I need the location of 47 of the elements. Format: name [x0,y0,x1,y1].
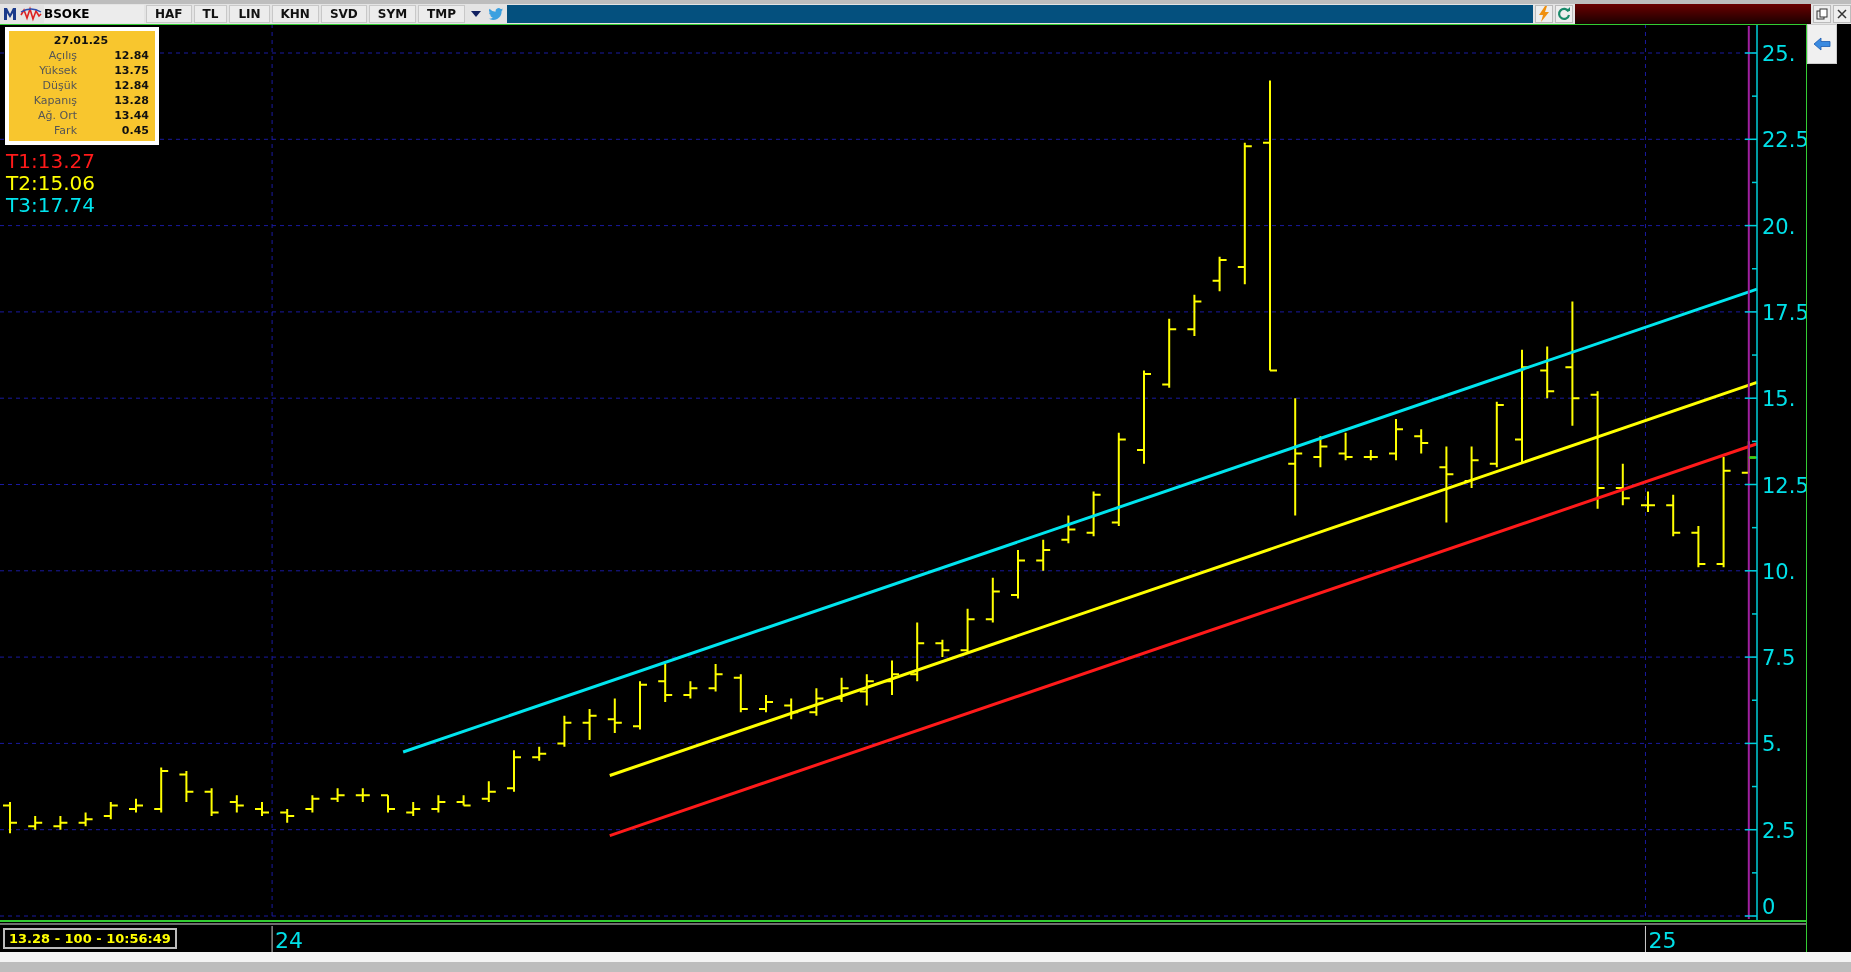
chart-logo-icon[interactable] [20,6,42,22]
toolbar-button[interactable]: KHN [271,5,319,23]
symbol-field[interactable]: BSOKE [44,5,144,23]
arrow-icon [1813,37,1831,51]
info-value: 13.44 [114,108,149,123]
m-logo-icon[interactable] [2,6,18,22]
info-label: Kapanış [32,93,77,108]
toolbar-button[interactable]: SVD [320,5,367,23]
info-label: Ağ. Ort [37,108,77,123]
y-axis-label: 0 [1762,895,1776,919]
x-axis-label: 25 [1648,928,1677,952]
y-axis-label: 5. [1762,732,1783,757]
toolbar-button[interactable]: SYM [368,5,417,23]
close-icon [1837,9,1847,19]
info-label: Açılış [47,48,77,63]
info-label: Yüksek [38,63,77,78]
refresh-button[interactable] [1555,5,1573,23]
info-value: 12.84 [114,78,149,93]
back-button[interactable] [1807,24,1837,64]
y-axis-label: 7.5 [1762,646,1796,671]
y-axis-label: 15. [1762,387,1796,412]
info-value: 13.75 [114,63,149,78]
info-value: 12.84 [114,48,149,63]
restore-icon [1816,8,1828,20]
info-label: Fark [53,123,77,138]
lightning-icon [1538,6,1550,22]
y-axis-label: 25. [1762,42,1796,66]
info-value: 13.28 [114,93,149,108]
close-button[interactable] [1833,5,1851,23]
trend-label: T1:13.27 [6,150,95,172]
caret-icon[interactable] [470,10,482,18]
y-axis-label: 10. [1762,559,1796,584]
y-axis-label: 2.5 [1762,818,1796,843]
info-value: 0.45 [121,123,149,138]
x-axis-label: 24 [275,928,304,952]
info-date: 27.01.25 [52,33,110,48]
info-label: Düşük [41,78,77,93]
trend-label: T3:17.74 [6,194,95,216]
y-axis-label: 20. [1762,214,1796,239]
toolbar-button[interactable]: LIN [229,5,270,23]
toolbar-button[interactable]: TMP [418,5,465,23]
toolbar-button[interactable]: HAF [146,5,192,23]
refresh-icon [1557,7,1571,21]
status-readout: 13.28 - 100 - 10:56:49 [3,928,177,949]
trend-label: T2:15.06 [6,172,95,194]
toolbar-button[interactable]: TL [193,5,228,23]
restore-button[interactable] [1813,5,1831,23]
